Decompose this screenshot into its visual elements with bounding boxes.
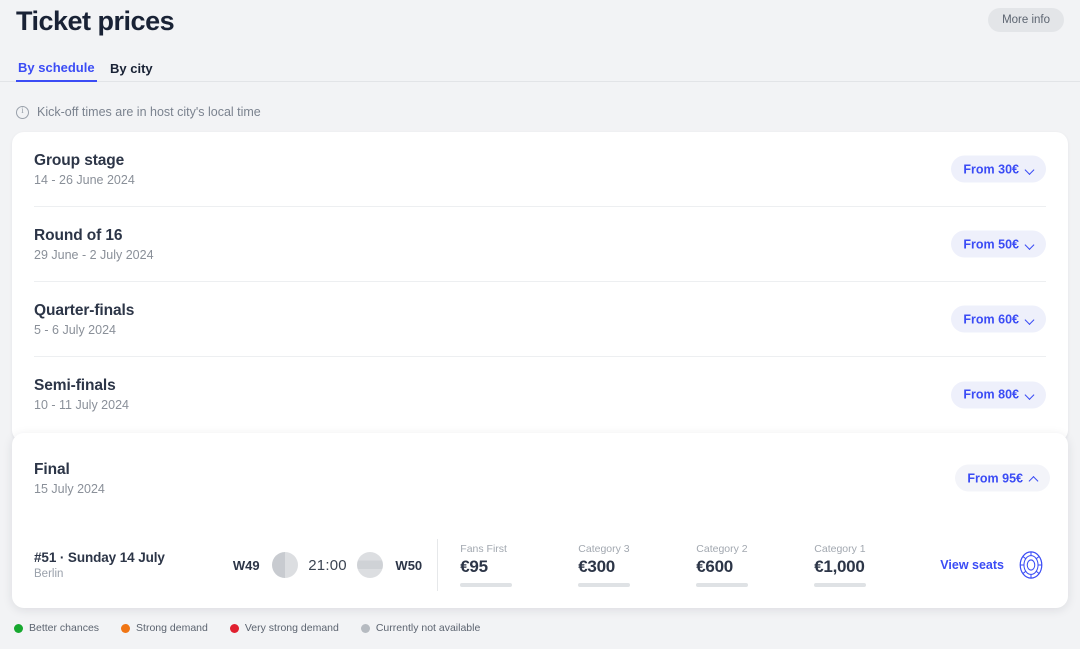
legend-dot-icon (230, 624, 239, 633)
demand-bar (696, 583, 748, 587)
legend-label: Very strong demand (245, 622, 339, 634)
stage-price-label: From 60€ (963, 312, 1019, 326)
chevron-down-icon (1026, 315, 1034, 323)
legend-dot-icon (121, 624, 130, 633)
tab-by-schedule[interactable]: By schedule (16, 54, 97, 82)
stage-dates: 5 - 6 July 2024 (34, 323, 134, 337)
stage-list-card: Group stage 14 - 26 June 2024 From 30€ R… (12, 132, 1068, 442)
category-price: €600 (696, 557, 814, 577)
stage-row-group-stage[interactable]: Group stage 14 - 26 June 2024 From 30€ (34, 132, 1046, 207)
stadium-seatmap-icon[interactable] (1016, 550, 1046, 580)
view-seats-link[interactable]: View seats (940, 558, 1004, 572)
view-seats-group: View seats (940, 550, 1046, 580)
stage-price-label: From 95€ (967, 471, 1023, 485)
stage-price-label: From 30€ (963, 162, 1019, 176)
legend-label: Strong demand (136, 622, 208, 634)
stage-row-round-of-16[interactable]: Round of 16 29 June - 2 July 2024 From 5… (34, 207, 1046, 282)
legend-label: Currently not available (376, 622, 480, 634)
stage-price-label: From 80€ (963, 388, 1019, 402)
category-price: €1,000 (814, 557, 932, 577)
stage-dates: 14 - 26 June 2024 (34, 173, 135, 187)
category-price: €300 (578, 557, 696, 577)
match-row: #51 · Sunday 14 July Berlin W49 21:00 W5… (34, 523, 1046, 607)
price-category-category-3[interactable]: Category 3 €300 (578, 543, 696, 587)
legend-item: Better chances (14, 622, 99, 634)
price-category-category-1[interactable]: Category 1 €1,000 (814, 543, 932, 587)
stage-dates: 29 June - 2 July 2024 (34, 248, 154, 262)
match-fixture: W49 21:00 W50 (230, 552, 426, 578)
stage-dates: 15 July 2024 (34, 482, 105, 496)
stage-row-semi-finals[interactable]: Semi-finals 10 - 11 July 2024 From 80€ (34, 357, 1046, 432)
stage-name: Round of 16 (34, 227, 154, 245)
legend-dot-icon (361, 624, 370, 633)
legend-item: Strong demand (121, 622, 208, 634)
category-label: Category 1 (814, 543, 932, 555)
stage-price-pill[interactable]: From 50€ (951, 231, 1046, 258)
legend-item: Very strong demand (230, 622, 339, 634)
match-city: Berlin (34, 568, 230, 580)
stage-price-label: From 50€ (963, 237, 1019, 251)
demand-legend: Better chances Strong demand Very strong… (14, 622, 480, 634)
stage-row-final[interactable]: Final 15 July 2024 From 95€ (34, 433, 1046, 523)
stage-card-final-expanded: Final 15 July 2024 From 95€ #51 · Sunday… (12, 433, 1068, 608)
kickoff-notice: Kick-off times are in host city's local … (16, 105, 261, 119)
page-title: Ticket prices (16, 6, 174, 37)
more-info-button[interactable]: More info (988, 8, 1064, 32)
stage-texts: Quarter-finals 5 - 6 July 2024 (34, 302, 134, 337)
stage-texts: Group stage 14 - 26 June 2024 (34, 152, 135, 187)
match-meta: #51 · Sunday 14 July Berlin (34, 550, 230, 580)
stage-dates: 10 - 11 July 2024 (34, 398, 129, 412)
price-category-category-2[interactable]: Category 2 €600 (696, 543, 814, 587)
match-title: #51 · Sunday 14 July (34, 550, 230, 565)
stage-name: Quarter-finals (34, 302, 134, 320)
ticket-prices-page: Ticket prices More info By schedule By c… (0, 0, 1080, 649)
section-divider (437, 539, 438, 591)
tab-bar: By schedule By city (0, 54, 1080, 82)
away-flag-placeholder-icon (357, 552, 383, 578)
stage-price-pill[interactable]: From 30€ (951, 156, 1046, 183)
demand-bar (814, 583, 866, 587)
home-team-code: W49 (230, 558, 262, 573)
price-category-fans-first[interactable]: Fans First €95 (460, 543, 578, 587)
tab-by-city[interactable]: By city (108, 54, 155, 82)
stage-price-pill[interactable]: From 95€ (955, 465, 1050, 492)
info-icon (16, 106, 29, 119)
price-categories: Fans First €95 Category 3 €300 Category … (460, 543, 932, 587)
legend-item: Currently not available (361, 622, 480, 634)
stage-row-quarter-finals[interactable]: Quarter-finals 5 - 6 July 2024 From 60€ (34, 282, 1046, 357)
stage-name: Semi-finals (34, 377, 129, 395)
demand-bar (578, 583, 630, 587)
category-label: Category 2 (696, 543, 814, 555)
legend-dot-icon (14, 624, 23, 633)
stage-texts: Semi-finals 10 - 11 July 2024 (34, 377, 129, 412)
chevron-down-icon (1026, 240, 1034, 248)
chevron-down-icon (1026, 165, 1034, 173)
away-team-code: W50 (393, 558, 425, 573)
kickoff-time: 21:00 (308, 557, 347, 574)
stage-price-pill[interactable]: From 80€ (951, 381, 1046, 408)
stage-price-pill[interactable]: From 60€ (951, 306, 1046, 333)
kickoff-notice-text: Kick-off times are in host city's local … (37, 105, 261, 119)
chevron-down-icon (1026, 391, 1034, 399)
category-price: €95 (460, 557, 578, 577)
home-flag-placeholder-icon (272, 552, 298, 578)
page-header: Ticket prices More info (0, 0, 1080, 52)
chevron-up-icon (1030, 474, 1038, 482)
stage-name: Final (34, 461, 105, 479)
stage-texts: Round of 16 29 June - 2 July 2024 (34, 227, 154, 262)
category-label: Fans First (460, 543, 578, 555)
stage-texts: Final 15 July 2024 (34, 461, 105, 496)
category-label: Category 3 (578, 543, 696, 555)
stage-name: Group stage (34, 152, 135, 170)
legend-label: Better chances (29, 622, 99, 634)
demand-bar (460, 583, 512, 587)
